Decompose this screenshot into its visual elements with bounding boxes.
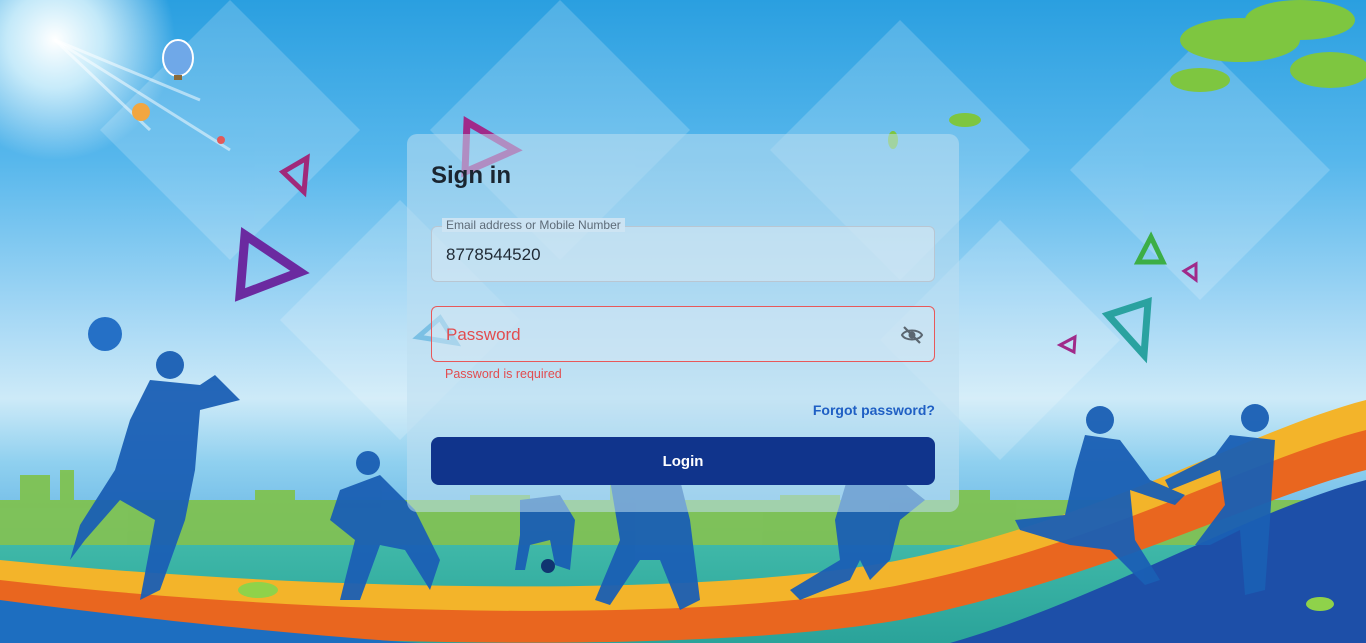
hot-air-balloon-icon: [217, 136, 225, 144]
triangle-decoration: [1101, 297, 1152, 364]
login-button[interactable]: Login: [431, 437, 935, 485]
page-title: Sign in: [431, 162, 511, 189]
tree-branch: [1170, 0, 1366, 92]
hot-air-balloon-icon: [132, 103, 150, 121]
email-field[interactable]: Email address or Mobile Number 877854452…: [431, 218, 935, 282]
password-placeholder: Password: [446, 325, 521, 344]
password-error: Password is required: [445, 367, 562, 381]
signin-card: Sign in Email address or Mobile Number 8…: [407, 134, 959, 512]
forgot-password-link[interactable]: Forgot password?: [813, 402, 935, 418]
password-field[interactable]: Password: [431, 306, 935, 362]
email-field-value[interactable]: 8778544520: [446, 245, 541, 265]
email-field-label: Email address or Mobile Number: [442, 218, 625, 232]
eye-off-icon[interactable]: [900, 323, 924, 347]
triangle-decoration: [234, 226, 310, 302]
